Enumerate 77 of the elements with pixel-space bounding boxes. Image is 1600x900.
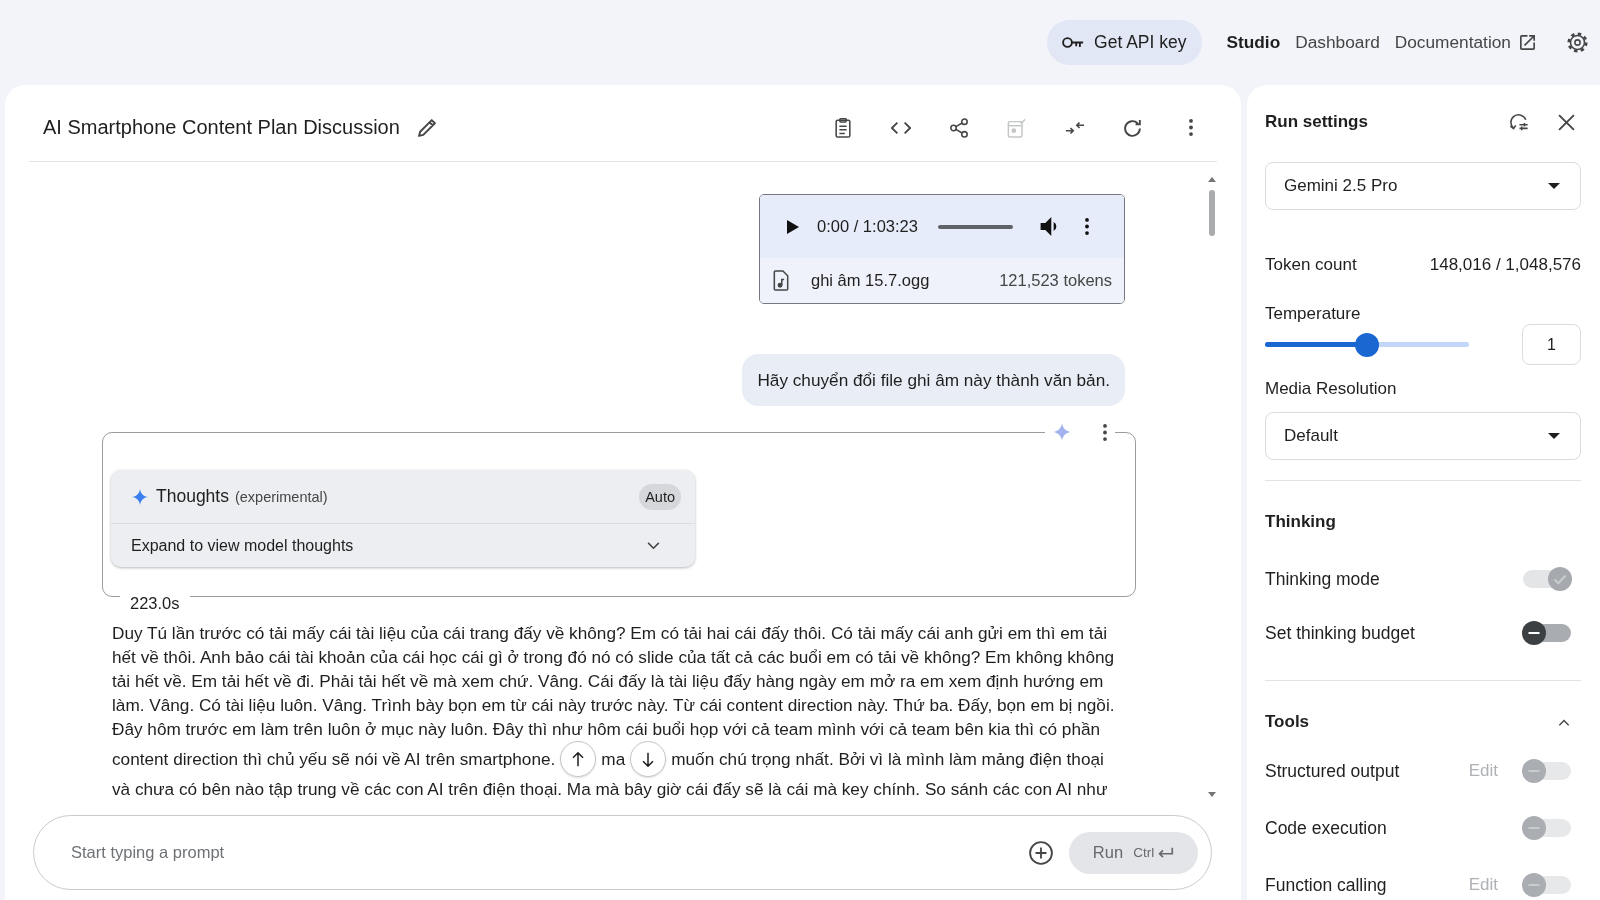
close-icon: [1557, 113, 1575, 131]
setting-label: Thinking mode: [1265, 568, 1380, 590]
circular-arrow-sliders-icon: [1509, 112, 1529, 132]
sparkle-icon: [132, 488, 148, 505]
section-title: Tools: [1265, 712, 1310, 732]
playback-time: 0:00 / 1:03:23: [817, 217, 918, 236]
audio-file-icon: [773, 270, 789, 291]
token-count-value: 148,016 / 1,048,576: [1429, 255, 1581, 275]
temperature-label: Temperature: [1265, 304, 1362, 324]
temperature-slider[interactable]: [1265, 332, 1469, 357]
add-circle-icon: [1029, 840, 1053, 865]
minus-icon: [1522, 621, 1546, 645]
transcript-text: Duy Tú lần trước có tải mấy cái tài liệu của cái trang đấy về không? Em có tải hai cái đấy thôi. Có tải mấy cái anh gửi em thì em tải: [112, 622, 1108, 644]
transcript-text: làm. Vâng. Có tài liệu luôn. Vâng. Trình bày bọn em từ cái này trước này. Từ cái content direction này. Thứ ba. Đấy, bọn em bị ngồi.: [112, 694, 1115, 716]
transcript-text: Đây hôm trước em làm trên luôn ở mục này luôn. Đây thì như hôm cái buổi họp với cả team mình với cả team bên kia thì có phần: [112, 718, 1101, 740]
token-count-label: Token count: [1265, 255, 1357, 275]
share-icon: [949, 117, 969, 138]
thoughts-title: Thoughts: [156, 486, 229, 507]
setting-label: Code execution: [1265, 817, 1387, 839]
setting-label: Set thinking budget: [1265, 622, 1415, 644]
return-key-icon: [1157, 847, 1175, 858]
arrow-up-icon: [572, 751, 585, 767]
mode-badge: Auto: [639, 483, 681, 510]
triangle-down-icon[interactable]: [1208, 792, 1216, 797]
scroll-up-button[interactable]: [560, 741, 597, 777]
section-title: Thinking: [1265, 512, 1336, 532]
chat-title: AI Smartphone Content Plan Discussion: [43, 116, 400, 139]
file-name: ghi âm 15.7.ogg: [811, 271, 930, 290]
seek-bar[interactable]: [937, 224, 1013, 229]
temperature-input[interactable]: 1: [1522, 324, 1581, 365]
setting-label: Function calling: [1265, 874, 1387, 896]
document-check-icon: [1007, 117, 1027, 138]
settings-button[interactable]: [1567, 32, 1588, 53]
pencil-icon: [418, 118, 438, 137]
media-resolution-select[interactable]: Default: [1265, 412, 1581, 460]
transcript-text: muốn chú trọng nhất. Bởi vì là mình làm mảng điện thoại: [671, 748, 1104, 770]
transcript-text: content direction thì chủ yếu sẽ nói về AI trên smartphone.: [112, 748, 556, 770]
caret-down-icon: [1548, 183, 1560, 189]
transcript-text: hết về thôi. Anh bảo cái tài khoản của cái học cái gì ở trong đó nó có slide của tất cả các buổi em có tải về không? Em không không: [112, 646, 1115, 668]
minus-icon: [1522, 873, 1546, 897]
key-icon: [1062, 36, 1085, 49]
transcript-text: tải hết về. Em tải hết về đi. Phải tải hết về mà xem chứ. Vâng. Cái đấy là tài liệu đấy hàng ngày em mở ra em xem định hướng em: [112, 670, 1104, 692]
thoughts-note: (experimental): [234, 488, 328, 505]
refresh-icon: [1123, 117, 1143, 138]
get-api-key-button[interactable]: Get API key: [1047, 20, 1203, 65]
settings-icon: [1567, 32, 1588, 53]
more-icon: [1189, 119, 1193, 136]
media-resolution-label: Media Resolution: [1265, 379, 1398, 399]
token-count: 121,523 tokens: [999, 271, 1112, 290]
panel-title: Run settings: [1265, 112, 1368, 132]
minus-icon: [1522, 816, 1546, 840]
triangle-up-icon[interactable]: [1208, 177, 1216, 182]
check-icon: [1548, 567, 1572, 591]
chevron-up-icon: [1558, 718, 1570, 726]
play-icon: [787, 219, 799, 234]
arrow-down-icon: [642, 751, 655, 767]
chevron-down-icon: [647, 541, 660, 550]
sparkle-icon: [1053, 423, 1071, 441]
nav-link[interactable]: Documentation: [1394, 32, 1535, 53]
nav-link[interactable]: Dashboard: [1295, 32, 1380, 53]
transcript-text: và chưa có bên nào tập trung về các con AI trên điện thoại. Ma mà bây giờ cái đấy sẽ là cái mà key chính. So sánh các con AI như: [112, 778, 1108, 800]
nav-link[interactable]: Studio: [1226, 32, 1281, 53]
clipboard-icon: [833, 117, 853, 138]
toggle-switch[interactable]: [1522, 621, 1572, 645]
slider-thumb[interactable]: [1355, 332, 1379, 357]
caret-down-icon: [1548, 433, 1560, 439]
more-icon: [1084, 218, 1089, 235]
minus-icon: [1522, 759, 1546, 783]
add-button[interactable]: [1028, 839, 1054, 866]
model-select[interactable]: Gemini 2.5 Pro: [1265, 162, 1581, 210]
scrollbar-thumb[interactable]: [1209, 190, 1215, 236]
scroll-down-button[interactable]: [630, 741, 667, 777]
more-icon: [1103, 423, 1107, 441]
setting-label: Structured output: [1265, 760, 1400, 782]
user-message: Hãy chuyển đổi file ghi âm này thành văn bản.: [742, 354, 1125, 406]
transcript-text: ma: [601, 748, 626, 770]
expand-thoughts-button[interactable]: Expand to view model thoughts: [111, 523, 695, 567]
